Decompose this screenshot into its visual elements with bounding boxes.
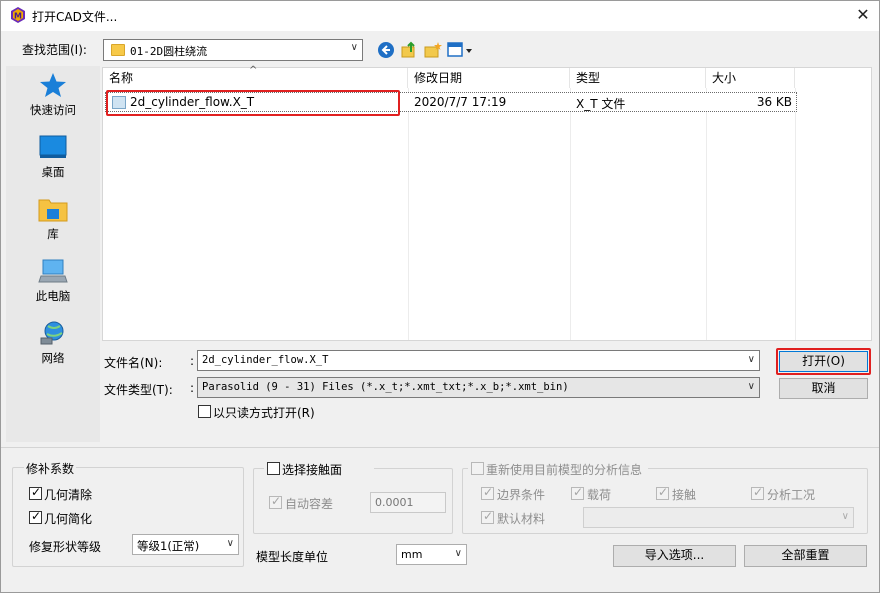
contact-reuse-label: 接触 xyxy=(672,488,697,502)
material-dropdown[interactable]: ∨ xyxy=(583,507,854,528)
chevron-down-icon: ∨ xyxy=(841,511,849,522)
tolerance-input[interactable]: 0.0001 xyxy=(370,492,446,513)
place-label: 桌面 xyxy=(41,165,65,179)
lookin-label: 查找范围(I): xyxy=(22,43,87,57)
desktop-icon xyxy=(39,135,67,158)
length-unit-value: mm xyxy=(401,548,423,561)
chevron-down-icon: ∨ xyxy=(454,548,462,559)
geometry-simplify-checkbox[interactable] xyxy=(29,509,42,524)
contact-reuse-checkbox[interactable] xyxy=(656,485,669,500)
repair-level-value: 等级1(正常) xyxy=(137,539,200,553)
column-divider xyxy=(570,88,571,340)
place-label: 快速访问 xyxy=(30,103,76,117)
filetype-value: Parasolid (9 - 31) Files (*.x_t;*.xmt_tx… xyxy=(202,381,569,393)
chevron-down-icon: ∨ xyxy=(350,42,358,53)
close-button[interactable]: ✕ xyxy=(846,0,880,31)
default-material-label: 默认材料 xyxy=(497,512,546,526)
repair-group-title: 修补系数 xyxy=(24,460,77,477)
default-material-checkbox[interactable] xyxy=(481,509,494,524)
sort-ascending-icon: ^ xyxy=(249,65,258,76)
place-this-pc[interactable]: 此电脑 xyxy=(6,258,100,304)
loads-checkbox[interactable] xyxy=(571,485,584,500)
lookin-dropdown[interactable]: 01-2D圆柱绕流 ∨ xyxy=(103,39,363,61)
svg-text:M: M xyxy=(14,12,22,21)
folder-icon xyxy=(111,44,125,56)
filename-colon: : xyxy=(190,354,195,368)
filetype-label: 文件类型(T): xyxy=(104,383,173,397)
lookin-value: 01-2D圆柱绕流 xyxy=(130,45,208,58)
column-header-name[interactable]: 名称 ^ xyxy=(103,65,408,88)
geometry-cleanup-checkbox[interactable] xyxy=(29,485,42,500)
column-header-size[interactable]: 大小 xyxy=(706,68,795,88)
length-unit-dropdown[interactable]: mm ∨ xyxy=(396,544,467,565)
boundary-conditions-checkbox[interactable] xyxy=(481,485,494,500)
back-arrow-icon[interactable] xyxy=(376,40,396,60)
app-logo-icon: M xyxy=(11,7,25,23)
file-type: X_T 文件 xyxy=(576,97,626,111)
readonly-checkbox[interactable] xyxy=(198,405,211,418)
library-folder-icon xyxy=(38,199,68,222)
auto-tolerance-checkbox[interactable] xyxy=(269,494,282,509)
open-button-highlight xyxy=(776,348,871,375)
filename-input[interactable]: 2d_cylinder_flow.X_T ∨ xyxy=(197,350,760,371)
reuse-title: 重新使用目前模型的分析信息 xyxy=(486,463,643,477)
divider xyxy=(0,447,880,448)
column-divider xyxy=(706,88,707,340)
view-menu-icon[interactable] xyxy=(446,40,474,60)
place-label: 网络 xyxy=(41,351,65,365)
contact-checkbox[interactable] xyxy=(267,462,280,475)
boundary-conditions-label: 边界条件 xyxy=(497,488,546,502)
title-bar xyxy=(0,0,880,31)
readonly-label: 以只读方式打开(R) xyxy=(213,406,315,420)
close-icon: ✕ xyxy=(856,5,870,24)
place-label: 此电脑 xyxy=(35,289,71,303)
computer-icon xyxy=(38,259,68,283)
repair-level-dropdown[interactable]: 等级1(正常) ∨ xyxy=(132,534,239,555)
reuse-checkbox[interactable] xyxy=(471,462,484,475)
analysis-case-checkbox[interactable] xyxy=(751,485,764,500)
chevron-down-icon: ∨ xyxy=(747,381,755,392)
network-globe-icon xyxy=(40,321,64,345)
place-network[interactable]: 网络 xyxy=(6,320,100,366)
column-divider xyxy=(408,88,409,340)
chevron-down-icon: ∨ xyxy=(226,538,234,549)
places-bar xyxy=(6,66,100,442)
up-folder-icon[interactable] xyxy=(399,40,419,60)
length-unit-label: 模型长度单位 xyxy=(256,550,329,564)
file-modified: 2020/7/7 17:19 xyxy=(414,95,507,109)
filetype-colon: : xyxy=(190,381,195,395)
analysis-case-label: 分析工况 xyxy=(767,488,816,502)
cancel-button[interactable]: 取消 xyxy=(779,378,868,399)
file-list[interactable]: 名称 ^ 修改日期 类型 大小 2d_cylinder_flow.X_T 202… xyxy=(102,65,872,341)
filename-label: 文件名(N): xyxy=(104,356,163,370)
loads-label: 载荷 xyxy=(587,488,612,502)
place-label: 库 xyxy=(47,227,59,241)
geometry-cleanup-label: 几何清除 xyxy=(44,488,93,502)
repair-level-label: 修复形状等级 xyxy=(29,540,102,554)
new-folder-icon[interactable] xyxy=(423,40,443,60)
geometry-simplify-label: 几何简化 xyxy=(44,512,93,526)
window-title: 打开CAD文件... xyxy=(32,10,118,24)
column-divider xyxy=(795,88,796,340)
column-header-type[interactable]: 类型 xyxy=(570,68,706,88)
contact-title: 选择接触面 xyxy=(282,463,343,477)
place-quick-access[interactable]: 快速访问 xyxy=(6,72,100,118)
file-size: 36 KB xyxy=(756,95,792,109)
star-icon xyxy=(40,73,66,97)
filetype-dropdown[interactable]: Parasolid (9 - 31) Files (*.x_t;*.xmt_tx… xyxy=(197,377,760,398)
column-header-modified[interactable]: 修改日期 xyxy=(408,68,570,88)
auto-tolerance-label: 自动容差 xyxy=(285,497,334,511)
place-library[interactable]: 库 xyxy=(6,196,100,242)
chevron-down-icon: ∨ xyxy=(747,354,755,365)
import-options-button[interactable]: 导入选项... xyxy=(613,545,736,567)
reset-all-button[interactable]: 全部重置 xyxy=(744,545,867,567)
place-desktop[interactable]: 桌面 xyxy=(6,134,100,180)
file-highlight-box xyxy=(106,90,400,116)
filename-value: 2d_cylinder_flow.X_T xyxy=(202,354,329,366)
